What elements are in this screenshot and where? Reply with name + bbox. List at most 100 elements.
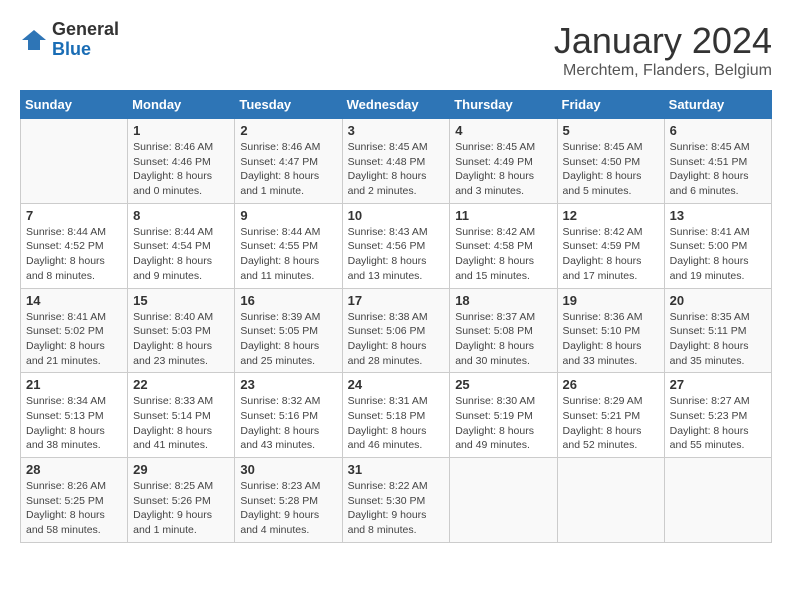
day-info: Sunrise: 8:42 AM Sunset: 4:58 PM Dayligh… [455,225,551,284]
day-number: 22 [133,377,229,392]
logo-text: General Blue [52,20,119,60]
day-number: 8 [133,208,229,223]
day-info: Sunrise: 8:27 AM Sunset: 5:23 PM Dayligh… [670,394,766,453]
calendar-cell [664,458,771,543]
day-number: 13 [670,208,766,223]
calendar-week-3: 14 Sunrise: 8:41 AM Sunset: 5:02 PM Dayli… [21,288,772,373]
header-row: SundayMondayTuesdayWednesdayThursdayFrid… [21,91,772,119]
calendar-cell: 3 Sunrise: 8:45 AM Sunset: 4:48 PM Daylig… [342,119,450,204]
calendar-body: 1 Sunrise: 8:46 AM Sunset: 4:46 PM Daylig… [21,119,772,543]
calendar-cell: 12Sunrise: 8:42 AM Sunset: 4:59 PM Dayli… [557,203,664,288]
calendar-week-5: 28Sunrise: 8:26 AM Sunset: 5:25 PM Dayli… [21,458,772,543]
day-number: 3 [348,123,445,138]
calendar-cell: 29 Sunrise: 8:25 AM Sunset: 5:26 PM Dayli… [128,458,235,543]
day-number: 14 [26,293,122,308]
day-info: Sunrise: 8:45 AM Sunset: 4:48 PM Dayligh… [348,140,445,199]
title-section: January 2024 Merchtem, Flanders, Belgium [554,20,772,80]
subtitle: Merchtem, Flanders, Belgium [554,62,772,80]
header-cell-saturday: Saturday [664,91,771,119]
day-info: Sunrise: 8:45 AM Sunset: 4:49 PM Dayligh… [455,140,551,199]
calendar-cell: 13 Sunrise: 8:41 AM Sunset: 5:00 PM Dayli… [664,203,771,288]
calendar-week-1: 1 Sunrise: 8:46 AM Sunset: 4:46 PM Daylig… [21,119,772,204]
day-number: 9 [240,208,336,223]
day-number: 6 [670,123,766,138]
calendar-cell: 14 Sunrise: 8:41 AM Sunset: 5:02 PM Dayli… [21,288,128,373]
day-info: Sunrise: 8:33 AM Sunset: 5:14 PM Dayligh… [133,394,229,453]
calendar-cell: 2 Sunrise: 8:46 AM Sunset: 4:47 PM Daylig… [235,119,342,204]
day-info: Sunrise: 8:43 AM Sunset: 4:56 PM Dayligh… [348,225,445,284]
header-cell-wednesday: Wednesday [342,91,450,119]
day-number: 29 [133,462,229,477]
calendar-cell: 31 Sunrise: 8:22 AM Sunset: 5:30 PM Dayli… [342,458,450,543]
day-info: Sunrise: 8:22 AM Sunset: 5:30 PM Dayligh… [348,479,445,538]
calendar-cell: 27 Sunrise: 8:27 AM Sunset: 5:23 PM Dayli… [664,373,771,458]
calendar-cell: 17Sunrise: 8:38 AM Sunset: 5:06 PM Dayli… [342,288,450,373]
logo-general: General [52,20,119,40]
header-cell-thursday: Thursday [450,91,557,119]
day-info: Sunrise: 8:23 AM Sunset: 5:28 PM Dayligh… [240,479,336,538]
day-info: Sunrise: 8:41 AM Sunset: 5:02 PM Dayligh… [26,310,122,369]
day-number: 18 [455,293,551,308]
day-number: 28 [26,462,122,477]
day-number: 21 [26,377,122,392]
day-info: Sunrise: 8:44 AM Sunset: 4:55 PM Dayligh… [240,225,336,284]
day-info: Sunrise: 8:34 AM Sunset: 5:13 PM Dayligh… [26,394,122,453]
calendar-header: SundayMondayTuesdayWednesdayThursdayFrid… [21,91,772,119]
calendar-cell: 10 Sunrise: 8:43 AM Sunset: 4:56 PM Dayli… [342,203,450,288]
calendar-cell: 6Sunrise: 8:45 AM Sunset: 4:51 PM Daylig… [664,119,771,204]
calendar-cell: 7Sunrise: 8:44 AM Sunset: 4:52 PM Daylig… [21,203,128,288]
calendar-cell: 19 Sunrise: 8:36 AM Sunset: 5:10 PM Dayli… [557,288,664,373]
calendar-table: SundayMondayTuesdayWednesdayThursdayFrid… [20,90,772,543]
calendar-week-2: 7Sunrise: 8:44 AM Sunset: 4:52 PM Daylig… [21,203,772,288]
calendar-cell: 30Sunrise: 8:23 AM Sunset: 5:28 PM Dayli… [235,458,342,543]
calendar-cell: 16 Sunrise: 8:39 AM Sunset: 5:05 PM Dayli… [235,288,342,373]
logo-icon [20,26,48,54]
day-info: Sunrise: 8:46 AM Sunset: 4:46 PM Dayligh… [133,140,229,199]
calendar-cell: 18 Sunrise: 8:37 AM Sunset: 5:08 PM Dayli… [450,288,557,373]
calendar-cell: 4 Sunrise: 8:45 AM Sunset: 4:49 PM Daylig… [450,119,557,204]
day-info: Sunrise: 8:41 AM Sunset: 5:00 PM Dayligh… [670,225,766,284]
day-info: Sunrise: 8:37 AM Sunset: 5:08 PM Dayligh… [455,310,551,369]
day-info: Sunrise: 8:36 AM Sunset: 5:10 PM Dayligh… [563,310,659,369]
day-number: 4 [455,123,551,138]
header-cell-friday: Friday [557,91,664,119]
day-number: 16 [240,293,336,308]
day-info: Sunrise: 8:35 AM Sunset: 5:11 PM Dayligh… [670,310,766,369]
calendar-cell: 11 Sunrise: 8:42 AM Sunset: 4:58 PM Dayli… [450,203,557,288]
calendar-cell: 21 Sunrise: 8:34 AM Sunset: 5:13 PM Dayli… [21,373,128,458]
day-info: Sunrise: 8:39 AM Sunset: 5:05 PM Dayligh… [240,310,336,369]
day-number: 31 [348,462,445,477]
day-info: Sunrise: 8:46 AM Sunset: 4:47 PM Dayligh… [240,140,336,199]
day-info: Sunrise: 8:42 AM Sunset: 4:59 PM Dayligh… [563,225,659,284]
day-info: Sunrise: 8:30 AM Sunset: 5:19 PM Dayligh… [455,394,551,453]
calendar-cell [557,458,664,543]
day-info: Sunrise: 8:38 AM Sunset: 5:06 PM Dayligh… [348,310,445,369]
calendar-cell [21,119,128,204]
day-number: 2 [240,123,336,138]
calendar-cell: 23Sunrise: 8:32 AM Sunset: 5:16 PM Dayli… [235,373,342,458]
day-number: 1 [133,123,229,138]
day-number: 15 [133,293,229,308]
day-number: 25 [455,377,551,392]
day-info: Sunrise: 8:25 AM Sunset: 5:26 PM Dayligh… [133,479,229,538]
day-info: Sunrise: 8:45 AM Sunset: 4:50 PM Dayligh… [563,140,659,199]
day-number: 11 [455,208,551,223]
day-number: 20 [670,293,766,308]
day-info: Sunrise: 8:44 AM Sunset: 4:52 PM Dayligh… [26,225,122,284]
calendar-cell: 1 Sunrise: 8:46 AM Sunset: 4:46 PM Daylig… [128,119,235,204]
page-header: General Blue January 2024 Merchtem, Flan… [20,20,772,80]
day-number: 19 [563,293,659,308]
calendar-cell: 8Sunrise: 8:44 AM Sunset: 4:54 PM Daylig… [128,203,235,288]
calendar-cell: 15 Sunrise: 8:40 AM Sunset: 5:03 PM Dayli… [128,288,235,373]
day-number: 23 [240,377,336,392]
day-number: 24 [348,377,445,392]
day-info: Sunrise: 8:40 AM Sunset: 5:03 PM Dayligh… [133,310,229,369]
day-number: 10 [348,208,445,223]
header-cell-sunday: Sunday [21,91,128,119]
header-cell-monday: Monday [128,91,235,119]
day-number: 27 [670,377,766,392]
calendar-cell: 5Sunrise: 8:45 AM Sunset: 4:50 PM Daylig… [557,119,664,204]
header-cell-tuesday: Tuesday [235,91,342,119]
calendar-cell: 25 Sunrise: 8:30 AM Sunset: 5:19 PM Dayli… [450,373,557,458]
calendar-cell [450,458,557,543]
